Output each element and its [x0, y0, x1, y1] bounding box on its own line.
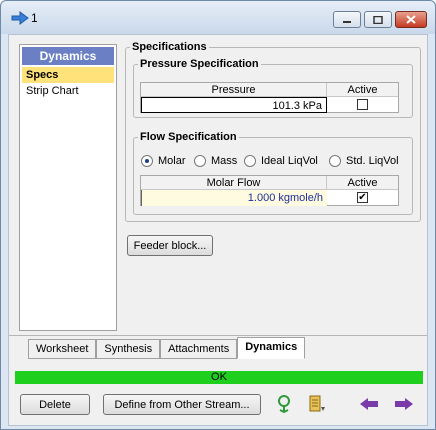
tab-synthesis[interactable]: Synthesis [96, 339, 161, 359]
nav-item-specs[interactable]: Specs [22, 67, 114, 83]
close-icon [406, 15, 416, 24]
maximize-icon [373, 15, 383, 24]
delete-button[interactable]: Delete [20, 394, 90, 415]
define-from-other-stream-button[interactable]: Define from Other Stream... [103, 394, 261, 415]
recycle-button[interactable] [273, 394, 295, 414]
arrow-right-icon [395, 398, 413, 410]
radio-ideal-liqvol-indicator [244, 155, 256, 167]
radio-molar[interactable]: Molar [141, 155, 186, 167]
nav-item-strip-chart[interactable]: Strip Chart [22, 83, 114, 99]
stream-window: 1 Dynamics Specs Strip Chart Specificati… [0, 0, 436, 430]
maximize-button[interactable] [364, 11, 392, 28]
flow-active-header: Active [327, 176, 398, 190]
pressure-col-header: Pressure [141, 83, 327, 97]
flow-active-checkbox[interactable]: ✔ [357, 192, 368, 203]
pressure-grid: Pressure Active 101.3 kPa [140, 82, 399, 113]
minimize-icon [343, 20, 351, 23]
stream-arrow-icon [11, 11, 29, 25]
specifications-title: Specifications [132, 41, 207, 53]
workbook-button[interactable] [306, 394, 328, 414]
minimize-button[interactable] [333, 11, 361, 28]
flow-spec-title: Flow Specification [140, 131, 237, 143]
tab-divider [9, 335, 427, 336]
pressure-active-checkbox[interactable] [357, 99, 368, 110]
flow-col-header: Molar Flow [141, 176, 327, 190]
client-area: Dynamics Specs Strip Chart Specification… [8, 34, 428, 426]
flow-grid: Molar Flow Active 1.000 kgmole/h ✔ [140, 175, 399, 206]
title-bar[interactable]: 1 [1, 1, 435, 34]
tab-bar: Worksheet Synthesis Attachments Dynamics [28, 337, 306, 359]
window-title: 1 [31, 11, 38, 25]
nav-list: Dynamics Specs Strip Chart [19, 44, 117, 331]
radio-std-liqvol-label: Std. LiqVol [346, 155, 399, 167]
pressure-active-header: Active [327, 83, 398, 97]
previous-arrow-button[interactable] [358, 394, 380, 414]
nav-header: Dynamics [22, 47, 114, 65]
radio-std-liqvol-indicator [329, 155, 341, 167]
next-arrow-button[interactable] [393, 394, 415, 414]
flow-value-field[interactable]: 1.000 kgmole/h [141, 190, 327, 206]
workbook-icon [309, 395, 325, 412]
radio-mass-label: Mass [211, 155, 238, 167]
radio-mass-indicator [194, 155, 206, 167]
close-button[interactable] [395, 11, 427, 28]
tab-dynamics[interactable]: Dynamics [237, 337, 306, 359]
radio-mass[interactable]: Mass [194, 155, 237, 167]
radio-ideal-liqvol-label: Ideal LiqVol [261, 155, 318, 167]
radio-molar-label: Molar [158, 155, 186, 167]
arrow-left-icon [360, 398, 378, 410]
feeder-block-button[interactable]: Feeder block... [127, 235, 213, 256]
radio-ideal-liqvol[interactable]: Ideal LiqVol [244, 155, 318, 167]
tab-worksheet[interactable]: Worksheet [28, 339, 97, 359]
radio-molar-indicator [141, 155, 153, 167]
pressure-value-field[interactable]: 101.3 kPa [141, 97, 327, 113]
pressure-spec-title: Pressure Specification [140, 58, 259, 70]
recycle-icon [278, 395, 290, 414]
status-bar: OK [15, 371, 423, 384]
radio-std-liqvol[interactable]: Std. LiqVol [329, 155, 399, 167]
tab-attachments[interactable]: Attachments [160, 339, 238, 359]
